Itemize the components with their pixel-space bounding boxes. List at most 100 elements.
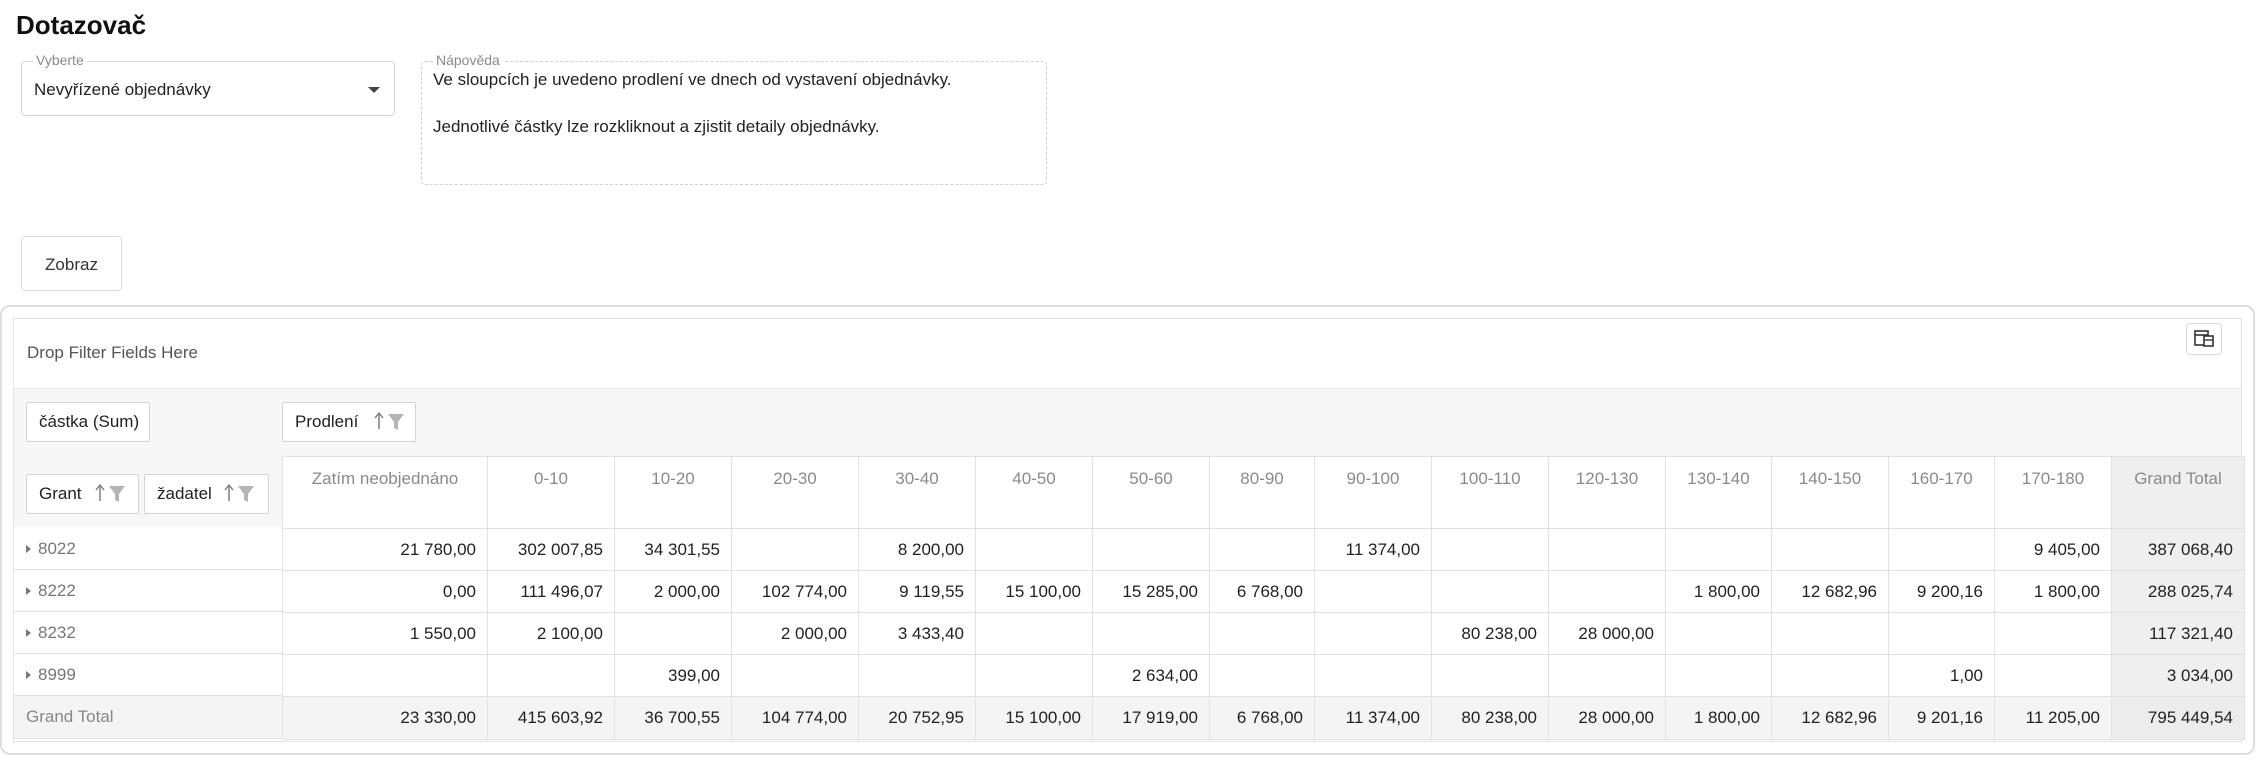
- data-cell[interactable]: 1 550,00: [282, 612, 488, 655]
- data-cell[interactable]: 21 780,00: [282, 528, 488, 571]
- data-field-chip[interactable]: částka (Sum): [26, 402, 150, 442]
- field-chooser-icon: [2194, 330, 2214, 347]
- data-cell: [1771, 528, 1889, 571]
- filter-icon[interactable]: [109, 486, 125, 502]
- data-cell: [1092, 528, 1210, 571]
- grand-total-cell: 11 374,00: [1314, 696, 1432, 740]
- grand-total-cell: 23 330,00: [282, 696, 488, 740]
- data-cell[interactable]: 1 800,00: [1994, 570, 2112, 613]
- data-cell: [1209, 612, 1315, 655]
- data-cell[interactable]: 80 238,00: [1431, 612, 1549, 655]
- column-header: 130-140: [1665, 456, 1772, 529]
- data-cell[interactable]: 399,00: [614, 654, 732, 697]
- grand-total-cell: 6 768,00: [1209, 696, 1315, 740]
- field-chooser-button[interactable]: [2186, 323, 2222, 355]
- row-field-chip-zadatel[interactable]: žadatel: [144, 474, 269, 514]
- data-cell[interactable]: 2 634,00: [1092, 654, 1210, 697]
- data-cell[interactable]: 8 200,00: [858, 528, 976, 571]
- data-field-label: částka (Sum): [39, 412, 140, 431]
- data-cell: [1431, 570, 1549, 613]
- data-cell: [975, 654, 1093, 697]
- data-cell: [975, 528, 1093, 571]
- column-header: 170-180: [1994, 456, 2112, 529]
- row-header-8222[interactable]: 8222: [14, 570, 282, 612]
- grand-total-cell: 20 752,95: [858, 696, 976, 740]
- expand-arrow-icon[interactable]: [26, 671, 31, 679]
- filter-drop-zone[interactable]: Drop Filter Fields Here: [14, 319, 2241, 389]
- data-cell[interactable]: 2 000,00: [614, 570, 732, 613]
- data-cell: [1888, 528, 1995, 571]
- column-header: 0-10: [487, 456, 615, 529]
- data-cell[interactable]: 15 285,00: [1092, 570, 1210, 613]
- data-cell[interactable]: 2 100,00: [487, 612, 615, 655]
- data-cell[interactable]: 11 374,00: [1314, 528, 1432, 571]
- data-cell: [487, 654, 615, 697]
- data-cell[interactable]: 288 025,74: [2111, 570, 2245, 613]
- data-cell[interactable]: 9 405,00: [1994, 528, 2112, 571]
- column-field-chip[interactable]: Prodlení: [282, 402, 416, 442]
- data-cell[interactable]: 3 034,00: [2111, 654, 2245, 697]
- data-cell: [1431, 654, 1549, 697]
- data-cell[interactable]: 302 007,85: [487, 528, 615, 571]
- data-cell[interactable]: 9 119,55: [858, 570, 976, 613]
- column-header: 160-170: [1888, 456, 1995, 529]
- sort-ascending-icon[interactable]: [374, 411, 384, 429]
- grand-total-cell: 415 603,92: [487, 696, 615, 740]
- data-cell: [1665, 612, 1772, 655]
- data-cell[interactable]: 34 301,55: [614, 528, 732, 571]
- data-cell[interactable]: 387 068,40: [2111, 528, 2245, 571]
- data-cell[interactable]: 1,00: [1888, 654, 1995, 697]
- data-cell: [1209, 528, 1315, 571]
- row-header-grand-total: Grand Total: [14, 696, 282, 739]
- data-cell[interactable]: 6 768,00: [1209, 570, 1315, 613]
- data-cell[interactable]: 28 000,00: [1548, 612, 1666, 655]
- data-cell: [731, 654, 859, 697]
- row-field-label-grant: Grant: [39, 484, 82, 503]
- row-field-label-zadatel: žadatel: [157, 484, 212, 503]
- grand-total-cell: 11 205,00: [1994, 696, 2112, 740]
- page-title: Dotazovač: [16, 10, 147, 40]
- data-cell: [858, 654, 976, 697]
- table-row: 1 550,00 2 100,00 2 000,00 3 433,40 80 238,0…: [282, 612, 2245, 655]
- data-cell[interactable]: 1 800,00: [1665, 570, 1772, 613]
- sort-ascending-icon[interactable]: [95, 483, 105, 501]
- data-cell[interactable]: 0,00: [282, 570, 488, 613]
- table-row: 399,00 2 634,00 1,00 3 034,00: [282, 654, 2245, 697]
- row-header-8022[interactable]: 8022: [14, 528, 282, 570]
- query-select[interactable]: Vyberte Nevyřízené objednávky: [21, 52, 395, 116]
- data-cell[interactable]: 12 682,96: [1771, 570, 1889, 613]
- grand-total-cell: 104 774,00: [731, 696, 859, 740]
- row-field-chip-grant[interactable]: Grant: [26, 474, 139, 514]
- data-cell: [1994, 612, 2112, 655]
- data-cell: [1092, 612, 1210, 655]
- show-button[interactable]: Zobraz: [21, 236, 122, 291]
- data-cell: [1665, 654, 1772, 697]
- expand-arrow-icon[interactable]: [26, 545, 31, 553]
- row-header-8999[interactable]: 8999: [14, 654, 282, 696]
- help-box: Nápověda Ve sloupcích je uvedeno prodlen…: [421, 52, 1047, 185]
- data-cell[interactable]: 111 496,07: [487, 570, 615, 613]
- data-cell[interactable]: 117 321,40: [2111, 612, 2245, 655]
- table-row: 21 780,00 302 007,85 34 301,55 8 200,00 11 3…: [282, 528, 2245, 571]
- data-cell[interactable]: 102 774,00: [731, 570, 859, 613]
- data-cell[interactable]: 15 100,00: [975, 570, 1093, 613]
- expand-arrow-icon[interactable]: [26, 629, 31, 637]
- filter-placeholder: Drop Filter Fields Here: [27, 343, 198, 362]
- filter-icon[interactable]: [388, 414, 404, 430]
- data-cell[interactable]: 2 000,00: [731, 612, 859, 655]
- sort-ascending-icon[interactable]: [224, 483, 234, 501]
- data-cell[interactable]: 9 200,16: [1888, 570, 1995, 613]
- data-cell: [282, 654, 488, 697]
- expand-arrow-icon[interactable]: [26, 587, 31, 595]
- data-cell: [1314, 654, 1432, 697]
- data-cell: [1888, 612, 1995, 655]
- filter-icon[interactable]: [238, 486, 254, 502]
- row-header-8232[interactable]: 8232: [14, 612, 282, 654]
- data-cell[interactable]: 3 433,40: [858, 612, 976, 655]
- help-line-2: Jednotlivé částky lze rozkliknout a zjis…: [433, 117, 880, 136]
- column-header: 20-30: [731, 456, 859, 529]
- select-legend: Vyberte: [33, 52, 87, 68]
- grand-total-cell: 80 238,00: [1431, 696, 1549, 740]
- data-cell: [1548, 654, 1666, 697]
- grand-total-cell: 9 201,16: [1888, 696, 1995, 740]
